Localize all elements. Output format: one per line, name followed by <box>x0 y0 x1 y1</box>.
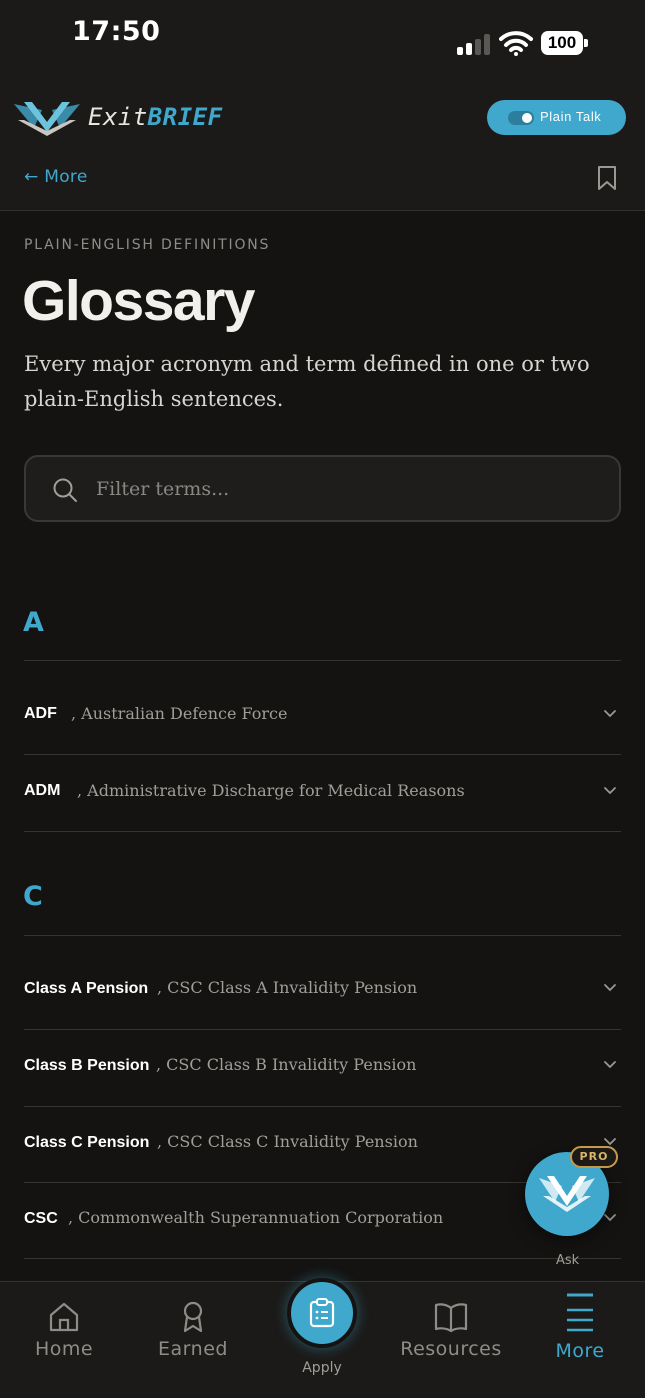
filter-terms-input[interactable] <box>96 474 596 504</box>
glossary-definition: , CSC Class A Invalidity Pension <box>157 978 418 997</box>
glossary-row-class-a-pension[interactable]: Class A Pension , CSC Class A Invalidity… <box>24 952 621 1028</box>
exitbrief-logo-icon <box>14 102 80 136</box>
tab-label: Home <box>34 1338 94 1360</box>
glossary-definition: , Australian Defence Force <box>71 704 288 723</box>
tab-earned[interactable]: Earned <box>133 1300 253 1360</box>
tab-apply[interactable] <box>287 1278 357 1348</box>
chevron-down-icon <box>604 710 616 718</box>
plain-talk-toggle[interactable]: Plain Talk <box>487 100 626 135</box>
brand-word-exit: Exit <box>88 103 148 131</box>
glossary-definition: , CSC Class B Invalidity Pension <box>156 1055 417 1074</box>
glossary-row-adf[interactable]: ADF , Australian Defence Force <box>24 678 621 754</box>
glossary-term: Class B Pension <box>24 1057 150 1074</box>
back-link[interactable]: ← More <box>24 167 88 187</box>
section-letter-a: A <box>23 607 44 638</box>
clipboard-icon <box>309 1298 335 1328</box>
glossary-term: Class A Pension <box>24 980 149 997</box>
tab-label: Resources <box>400 1338 502 1360</box>
bookmark-icon[interactable] <box>596 165 618 191</box>
divider <box>24 660 621 661</box>
page-eyebrow: PLAIN-ENGLISH DEFINITIONS <box>24 237 271 253</box>
brand-name: ExitBRIEF <box>88 103 223 131</box>
cellular-signal-icon <box>457 33 491 55</box>
award-icon <box>183 1301 203 1333</box>
tab-home[interactable]: Home <box>4 1300 124 1360</box>
ask-label: Ask <box>556 1253 580 1268</box>
chevron-down-icon <box>604 984 616 992</box>
divider <box>24 935 621 936</box>
section-letter-c: C <box>23 881 43 912</box>
search-icon <box>53 478 77 502</box>
glossary-definition: , Administrative Discharge for Medical R… <box>77 781 465 800</box>
plain-talk-label: Plain Talk <box>540 109 602 124</box>
tab-label: More <box>555 1340 605 1362</box>
nav-bar <box>0 148 645 211</box>
menu-icon <box>567 1293 593 1332</box>
divider <box>24 1258 621 1259</box>
glossary-definition: , Commonwealth Superannuation Corporatio… <box>68 1208 444 1227</box>
page-subtitle: Every major acronym and term defined in … <box>24 352 590 411</box>
tab-resources[interactable]: Resources <box>391 1300 511 1360</box>
status-bar: 17:50 100 <box>0 0 645 80</box>
battery-icon: 100 <box>541 31 589 55</box>
status-time: 17:50 <box>72 16 161 47</box>
chevron-down-icon <box>604 787 616 795</box>
chevron-down-icon <box>604 1214 616 1222</box>
filter-box <box>24 455 621 522</box>
divider <box>24 831 621 832</box>
brand-word-brief: BRIEF <box>147 103 223 131</box>
glossary-term: ADM <box>24 782 61 799</box>
wifi-icon <box>499 31 533 56</box>
tab-label: Earned <box>158 1338 228 1360</box>
home-icon <box>49 1302 79 1332</box>
book-icon <box>434 1303 468 1333</box>
battery-level: 100 <box>541 31 583 55</box>
page-title: Glossary <box>22 269 255 333</box>
glossary-row-adm[interactable]: ADM , Administrative Discharge for Medic… <box>24 755 621 831</box>
glossary-row-class-b-pension[interactable]: Class B Pension , CSC Class B Invalidity… <box>24 1029 621 1105</box>
glossary-term: Class C Pension <box>24 1134 150 1151</box>
glossary-definition: , CSC Class C Invalidity Pension <box>157 1132 418 1151</box>
pro-badge: PRO <box>570 1146 618 1168</box>
tab-more[interactable]: More <box>520 1293 640 1362</box>
toggle-switch-icon <box>508 111 534 125</box>
chevron-down-icon <box>604 1061 616 1069</box>
glossary-term: ADF <box>24 705 57 722</box>
tab-label: Apply <box>302 1360 342 1376</box>
exitbrief-logo-icon <box>539 1176 595 1212</box>
glossary-term: CSC <box>24 1210 58 1227</box>
